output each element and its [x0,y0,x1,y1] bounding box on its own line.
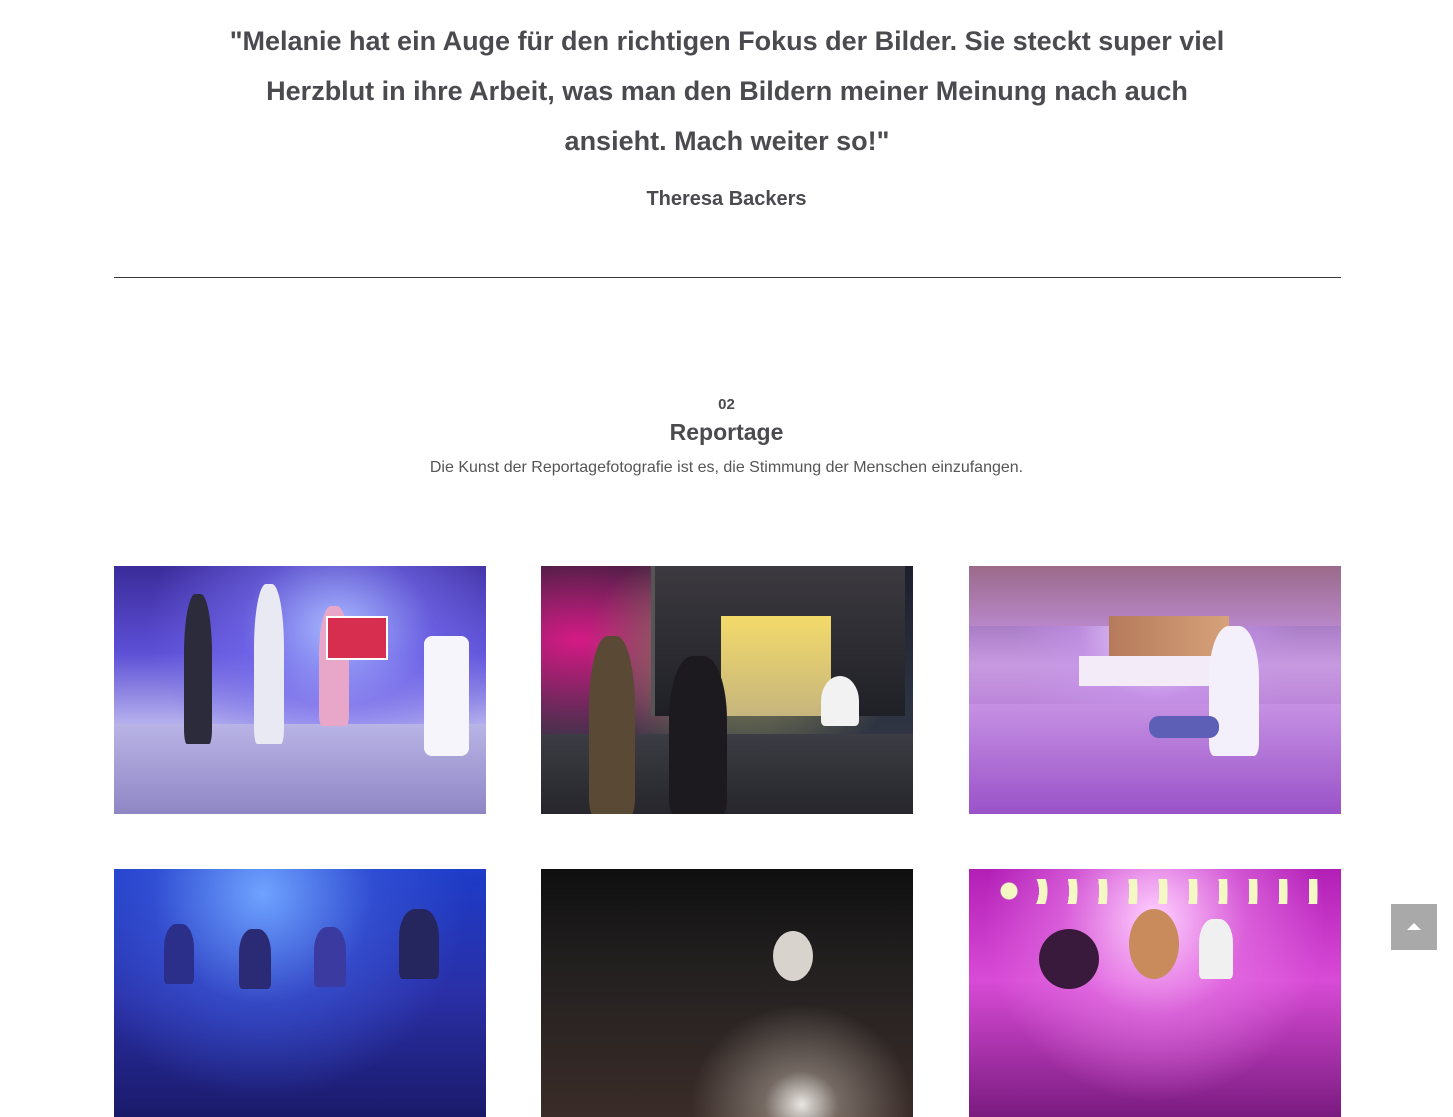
testimonial-quote: "Melanie hat ein Auge für den richtigen … [229,26,1225,156]
person-silhouette [1209,626,1259,756]
triangle-up-icon [1407,923,1421,930]
person-silhouette [669,656,727,814]
section-title: Reportage [669,419,784,445]
paper-lanterns [989,879,1319,904]
person-silhouette [314,927,346,987]
cocktail-table [424,636,469,756]
person-silhouette [1199,919,1233,979]
person-legs [1149,716,1219,738]
person-silhouette [589,636,635,814]
gallery-photo-3[interactable] [969,566,1341,814]
person-silhouette [773,931,813,981]
gallery-photo-2[interactable] [541,566,913,814]
section-number: 02 [718,396,735,413]
gallery-photo-6[interactable] [969,869,1341,1117]
ice-sculpture [821,676,859,726]
person-silhouette [239,929,271,989]
lit-window [721,616,831,716]
wooden-sign [1129,909,1179,979]
gallery-photo-5[interactable] [541,869,913,1117]
person-silhouette [184,594,212,744]
section-description: Die Kunst der Reportagefotografie ist es… [429,459,1024,476]
gallery-photo-4[interactable] [114,869,486,1117]
person-silhouette [164,924,194,984]
screen [326,616,388,660]
testimonial-author: Theresa Backers [646,188,807,210]
gallery-photo-1[interactable] [114,566,486,814]
person-silhouette [399,909,439,979]
scroll-to-top-button[interactable] [1391,904,1437,950]
person-silhouette [1039,929,1099,989]
person-silhouette [254,584,284,744]
section-divider [114,277,1341,278]
